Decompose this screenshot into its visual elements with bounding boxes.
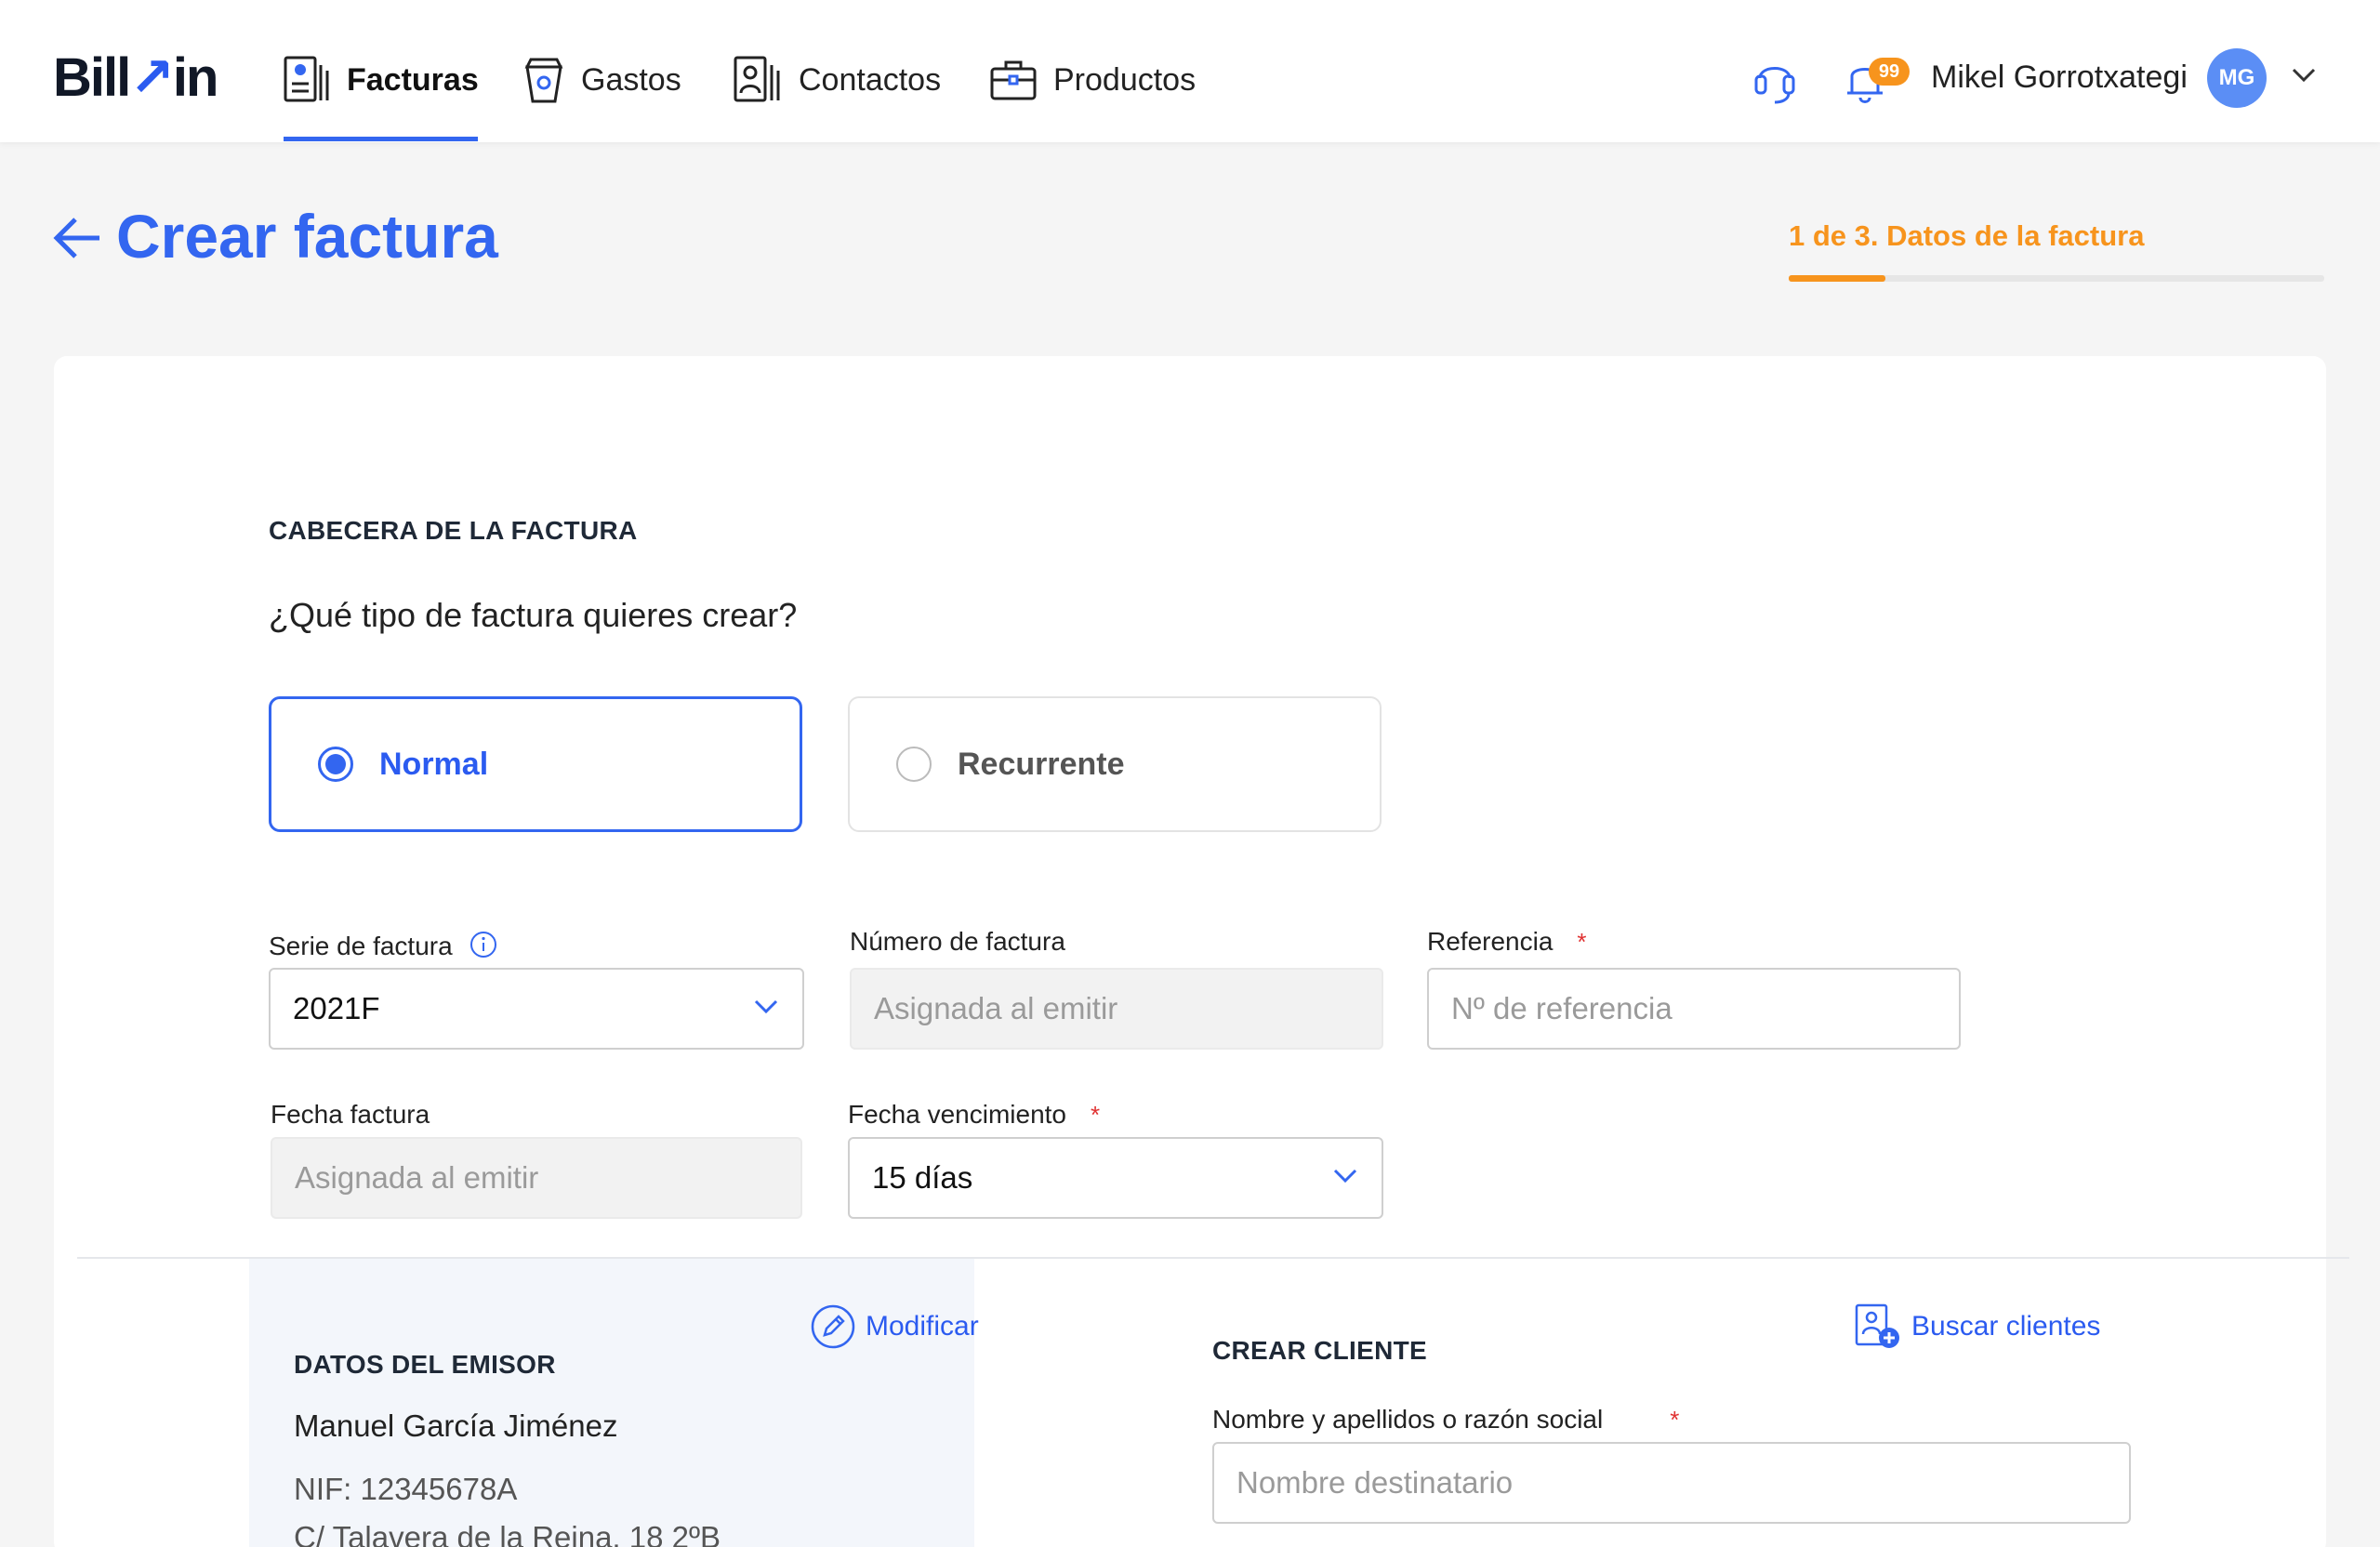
nav-item-contactos[interactable]: Contactos — [734, 52, 941, 108]
numero-label: Número de factura — [850, 927, 1065, 956]
nav-item-label: Gastos — [581, 61, 681, 98]
headset-support-icon[interactable] — [1752, 54, 1797, 106]
step-progress-track — [1789, 275, 2324, 282]
serie-label-text: Serie de factura — [269, 932, 453, 960]
invoice-type-normal[interactable]: Normal — [269, 696, 802, 832]
chevron-down-icon — [1333, 1169, 1357, 1183]
section-title-cliente: CREAR CLIENTE — [1212, 1336, 1428, 1365]
vencimiento-label: Fecha vencimiento * — [848, 1100, 1100, 1130]
top-navigation-bar: Bill↗in Facturas Gastos Contactos Produc… — [0, 0, 2380, 142]
invoice-type-label: Normal — [379, 746, 489, 782]
serie-value: 2021F — [293, 991, 380, 1025]
avatar[interactable]: MG — [2207, 48, 2267, 108]
numero-field: Asignada al emitir — [850, 968, 1383, 1050]
invoice-form-card: CABECERA DE LA FACTURA ¿Qué tipo de fact… — [54, 356, 2349, 1547]
fecha-placeholder: Asignada al emitir — [295, 1160, 539, 1195]
page-title: Crear factura — [116, 202, 498, 271]
required-mark: * — [1091, 1101, 1101, 1129]
briefcase-icon — [990, 60, 1037, 100]
vencimiento-label-text: Fecha vencimiento — [848, 1100, 1067, 1129]
nav-item-label: Facturas — [347, 61, 479, 98]
nav-item-facturas[interactable]: Facturas — [284, 52, 479, 108]
buscar-clientes-button[interactable]: Buscar clientes — [1854, 1302, 2100, 1351]
contacts-icon — [734, 56, 780, 102]
fecha-field: Asignada al emitir — [271, 1137, 802, 1219]
notifications-button[interactable]: 99 — [1843, 54, 1910, 106]
active-tab-indicator — [284, 137, 478, 141]
nav-item-gastos[interactable]: Gastos — [523, 52, 681, 108]
back-arrow-icon[interactable] — [53, 216, 101, 260]
referencia-label: Referencia * — [1427, 927, 1587, 957]
emisor-address: C/ Talavera de la Reina, 18 2ºB — [294, 1520, 721, 1547]
radio-recurrente[interactable] — [896, 747, 932, 782]
chevron-down-icon — [754, 999, 778, 1014]
referencia-placeholder: Nº de referencia — [1451, 991, 1673, 1025]
invoice-type-label: Recurrente — [958, 746, 1125, 782]
nav-item-label: Productos — [1053, 61, 1197, 98]
required-mark: * — [1577, 928, 1587, 956]
logo-arrow-icon: ↗ — [129, 47, 175, 108]
nav-item-label: Contactos — [799, 61, 942, 98]
add-contact-icon — [1855, 1303, 1899, 1348]
required-mark: * — [1670, 1406, 1680, 1434]
numero-placeholder: Asignada al emitir — [874, 991, 1118, 1025]
cup-icon — [524, 58, 563, 103]
buscar-clientes-label: Buscar clientes — [1911, 1311, 2101, 1342]
fecha-label: Fecha factura — [271, 1100, 430, 1129]
cliente-name-label: Nombre y apellidos o razón social * — [1212, 1405, 1679, 1435]
vencimiento-select[interactable]: 15 días — [848, 1137, 1383, 1219]
radio-normal[interactable] — [318, 747, 353, 782]
invoice-type-recurrente[interactable]: Recurrente — [848, 696, 1382, 832]
nav-item-productos[interactable]: Productos — [990, 52, 1196, 108]
chevron-down-icon[interactable] — [2291, 67, 2317, 84]
section-title-emisor: DATOS DEL EMISOR — [294, 1350, 556, 1379]
emisor-nif: NIF: 12345678A — [294, 1472, 518, 1506]
invoice-type-question: ¿Qué tipo de factura quieres crear? — [269, 596, 798, 634]
billin-logo[interactable]: Bill↗in — [53, 47, 219, 108]
invoice-icon — [284, 56, 329, 102]
emisor-name: Manuel García Jiménez — [294, 1408, 618, 1443]
cliente-name-placeholder: Nombre destinatario — [1236, 1465, 1514, 1500]
vencimiento-value: 15 días — [872, 1160, 973, 1195]
step-indicator-label: 1 de 3. Datos de la factura — [1789, 219, 2145, 252]
user-name[interactable]: Mikel Gorrotxategi — [1931, 60, 2188, 96]
info-icon[interactable] — [469, 931, 497, 959]
pencil-icon — [811, 1304, 855, 1349]
modificar-emisor-button[interactable]: Modificar — [810, 1303, 979, 1350]
step-progress-fill — [1789, 275, 1885, 282]
logo-text-accent: in — [172, 47, 219, 108]
notification-count-badge: 99 — [1869, 58, 1910, 86]
serie-label: Serie de factura — [269, 931, 497, 961]
serie-select[interactable]: 2021F — [269, 968, 804, 1050]
modificar-label: Modificar — [866, 1311, 979, 1342]
emisor-panel: Modificar DATOS DEL EMISOR Manuel García… — [249, 1259, 979, 1547]
logo-text-main: Bill — [53, 47, 131, 108]
referencia-label-text: Referencia — [1427, 927, 1554, 956]
referencia-input[interactable]: Nº de referencia — [1427, 968, 1961, 1050]
cliente-name-label-text: Nombre y apellidos o razón social — [1212, 1405, 1604, 1434]
section-title-cabecera: CABECERA DE LA FACTURA — [269, 516, 638, 545]
cliente-name-input[interactable]: Nombre destinatario — [1212, 1442, 2131, 1524]
